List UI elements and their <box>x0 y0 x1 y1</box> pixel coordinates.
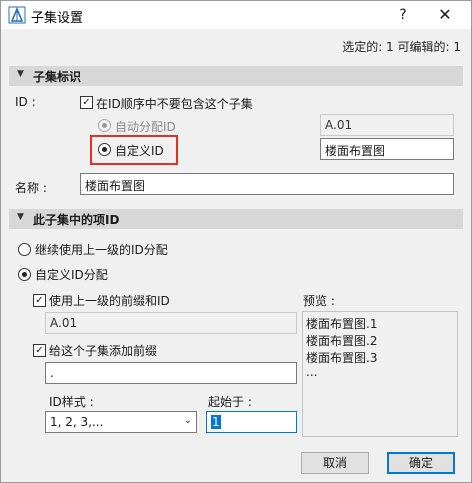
parent-prefix-value: A.01 <box>45 312 297 334</box>
help-button[interactable]: ? <box>393 5 413 25</box>
selection-info: 选定的: 1 可编辑的: 1 <box>342 40 461 54</box>
id-style-label: ID样式 : <box>49 395 94 409</box>
ok-button[interactable]: 确定 <box>387 452 455 474</box>
dialog-window: 子集设置 ? ✕ 选定的: 1 可编辑的: 1 ▼ 子集标识 ID : ✓ 在I… <box>0 0 472 483</box>
preview-item: ... <box>306 365 318 379</box>
section-header-item-ids[interactable]: ▼ 此子集中的项ID <box>9 209 463 229</box>
archicad-app-icon <box>8 6 26 24</box>
title-bar: 子集设置 ? ✕ <box>1 1 471 29</box>
preview-item: 楼面布置图.1 <box>306 317 378 331</box>
section-header-subset-id[interactable]: ▼ 子集标识 <box>9 66 463 86</box>
preview-list: 楼面布置图.1 楼面布置图.2 楼面布置图.3 ... <box>302 311 458 437</box>
inherit-id-radio[interactable] <box>18 243 31 256</box>
window-title: 子集设置 <box>31 11 84 26</box>
prefix-input[interactable]: . <box>45 362 297 384</box>
preview-item: 楼面布置图.3 <box>306 351 378 365</box>
exclude-id-label: 在ID顺序中不要包含这个子集 <box>96 97 253 111</box>
id-style-value: 1, 2, 3,... <box>50 415 104 429</box>
custom-id-input[interactable]: 楼面布置图 <box>320 138 454 160</box>
section-title: 此子集中的项ID <box>33 213 120 227</box>
start-at-label: 起始于 : <box>208 395 252 409</box>
auto-id-radio[interactable] <box>98 119 111 132</box>
add-prefix-checkbox[interactable]: ✓ <box>33 344 46 357</box>
custom-id-assign-radio[interactable] <box>18 268 31 281</box>
id-label: ID : <box>15 95 36 109</box>
start-at-input[interactable]: 1 <box>206 411 297 433</box>
auto-id-label: 自动分配ID <box>115 120 176 134</box>
preview-label: 预览 : <box>303 294 335 308</box>
custom-id-radio[interactable] <box>98 143 111 156</box>
section-title: 子集标识 <box>33 70 82 84</box>
collapse-triangle-icon[interactable]: ▼ <box>17 69 24 79</box>
chevron-down-icon: ⌄ <box>183 415 192 426</box>
collapse-triangle-icon[interactable]: ▼ <box>17 212 24 222</box>
close-button[interactable]: ✕ <box>433 5 457 25</box>
custom-id-label: 自定义ID <box>115 144 164 158</box>
cancel-button[interactable]: 取消 <box>301 452 369 474</box>
name-input[interactable]: 楼面布置图 <box>80 173 454 195</box>
id-style-select[interactable]: 1, 2, 3,... ⌄ <box>45 411 197 433</box>
inherit-id-label: 继续使用上一级的ID分配 <box>35 243 168 257</box>
use-parent-prefix-checkbox[interactable]: ✓ <box>33 294 46 307</box>
name-label: 名称 : <box>15 181 47 195</box>
auto-id-value: A.01 <box>320 114 454 136</box>
custom-id-assign-label: 自定义ID分配 <box>35 268 108 282</box>
preview-item: 楼面布置图.2 <box>306 334 378 348</box>
add-prefix-label: 给这个子集添加前缀 <box>49 344 158 358</box>
use-parent-prefix-label: 使用上一级的前缀和ID <box>49 294 170 308</box>
exclude-id-checkbox[interactable]: ✓ <box>80 96 93 109</box>
